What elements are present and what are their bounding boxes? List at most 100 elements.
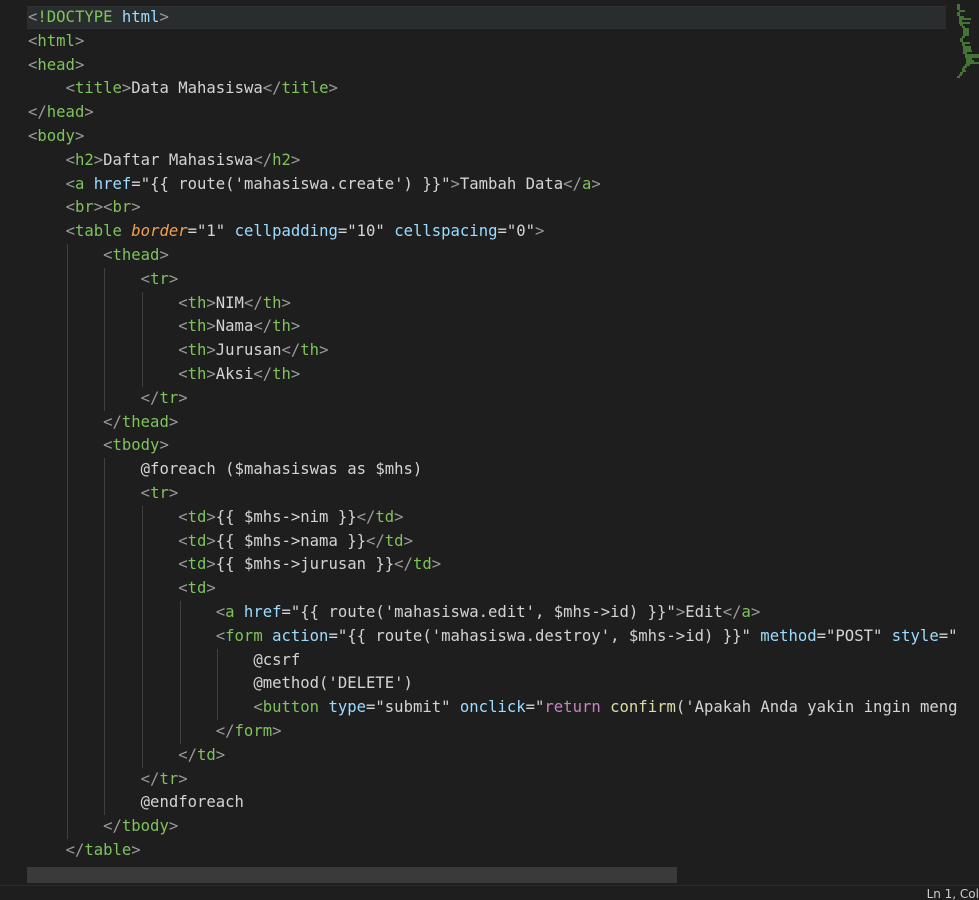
code-line[interactable]: <td>{{ $mhs->nama }}</td> [28,529,979,554]
code-token: "submit" [375,698,451,717]
code-line[interactable]: </tr> [28,386,979,411]
code-token: td [187,531,207,550]
code-line[interactable]: </tr> [28,767,979,792]
code-line[interactable]: <thead> [28,243,979,268]
code-token: </ [722,602,742,621]
code-line[interactable]: @endforeach [28,791,979,816]
code-token: h2 [272,150,291,169]
code-token: </ [262,79,282,98]
code-line[interactable]: <br><br> [28,196,979,220]
indentation [28,841,66,859]
code-line[interactable]: </td> [28,743,979,768]
code-token: @method('DELETE') [253,674,413,693]
code-token: > [281,293,291,312]
code-line[interactable]: <form action="{{ route('mahasiswa.destro… [28,624,979,649]
code-token: table [74,222,122,241]
code-token: " [535,698,545,717]
code-line[interactable]: <td> [28,577,979,601]
code-token: < [140,269,151,288]
code-line[interactable]: <button type="submit" onclick="return co… [28,696,979,720]
code-token: > [403,531,413,550]
code-token: </ [253,317,273,336]
code-line[interactable]: <h2>Daftar Mahasiswa</h2> [28,149,979,173]
code-line[interactable]: <a href="{{ route('mahasiswa.edit', $mhs… [28,600,979,625]
code-token: > [272,721,282,740]
code-line[interactable]: @csrf [28,648,979,673]
code-token: > [675,602,686,621]
code-line[interactable]: <td>{{ $mhs->jurusan }}</td> [28,553,979,578]
code-token: th [187,317,207,336]
code-line[interactable]: </head> [28,101,979,125]
code-lines[interactable]: <!DOCTYPE html> <html> <head> <title>Data … [28,6,979,886]
code-line[interactable]: <th>NIM</th> [28,291,979,316]
code-token: </ [366,531,385,550]
code-line[interactable]: </table> [28,839,979,863]
code-line[interactable]: <head> [28,54,979,78]
indentation [28,460,141,478]
code-line[interactable]: <th>Jurusan</th> [28,339,979,363]
minimap[interactable] [955,0,979,90]
indentation [28,793,141,811]
code-token: th [187,293,207,312]
code-token: < [65,79,75,98]
code-token: "{{ route('mahasiswa.edit', $mhs->id) }}… [290,602,676,621]
code-line[interactable]: </thead> [28,410,979,435]
code-token: "{{ route('mahasiswa.create') }}" [140,174,451,193]
code-token: < [178,317,188,336]
code-token: > [131,840,141,859]
indent-guide [104,339,106,363]
indent-guide [66,624,68,649]
code-line[interactable]: <html> [28,30,979,54]
code-line[interactable]: <table border="1" cellpadding="10" cells… [28,220,979,244]
indent-guide [142,624,144,649]
code-token: td [187,555,207,574]
indentation [28,294,178,312]
indent-guide [66,339,68,363]
code-token: > [74,126,85,145]
code-line[interactable]: </form> [28,719,979,744]
code-line[interactable]: @method('DELETE') [28,672,979,697]
code-token: ('Apakah Anda yakin ingin meng [675,698,958,717]
cursor-position[interactable]: Ln 1, Col [927,886,979,900]
code-line[interactable]: <tr> [28,481,979,506]
indent-guide [142,719,144,744]
code-token: br [74,198,94,217]
code-editor[interactable]: <!DOCTYPE html> <html> <head> <title>Data … [0,0,979,900]
code-line[interactable]: <th>Nama</th> [28,315,979,340]
code-line[interactable]: <title>Data Mahasiswa</title> [28,77,979,101]
indentation [28,151,66,169]
code-token: < [178,341,188,360]
indent-guide [104,267,106,292]
code-line[interactable]: </tbody> [28,815,979,839]
indentation [28,246,103,264]
code-token: " [948,626,958,645]
indent-guide [66,553,68,578]
code-token: < [215,602,226,621]
code-token: > [206,579,216,598]
indent-guide [142,553,144,578]
code-token: > [215,745,226,764]
code-token: >< [93,198,113,217]
indent-guide [142,600,144,625]
code-line[interactable]: <tbody> [28,434,979,459]
code-line[interactable]: @foreach ($mahasiswas as $mhs) [28,458,979,482]
indent-guide [66,267,68,292]
code-line[interactable]: <a href="{{ route('mahasiswa.create') }}… [28,173,979,197]
code-token: Aksi [215,364,254,383]
code-line[interactable]: <th>Aksi</th> [28,362,979,387]
code-token: cellspacing [384,222,498,241]
code-line[interactable]: <body> [28,125,979,149]
code-token: onclick [450,698,526,717]
indent-guide [142,339,144,363]
code-line[interactable]: <!DOCTYPE html> [28,6,979,30]
code-line[interactable]: <tr> [28,267,979,292]
code-token: </ [215,721,235,740]
indent-guide [66,410,68,435]
code-token: > [206,531,216,550]
code-token: < [178,364,188,383]
code-token: style [882,626,939,645]
code-token: a [225,602,235,621]
code-line[interactable]: <td>{{ $mhs->nim }}</td> [28,505,979,530]
horizontal-scrollbar[interactable] [27,867,677,883]
code-token: title [74,79,122,98]
